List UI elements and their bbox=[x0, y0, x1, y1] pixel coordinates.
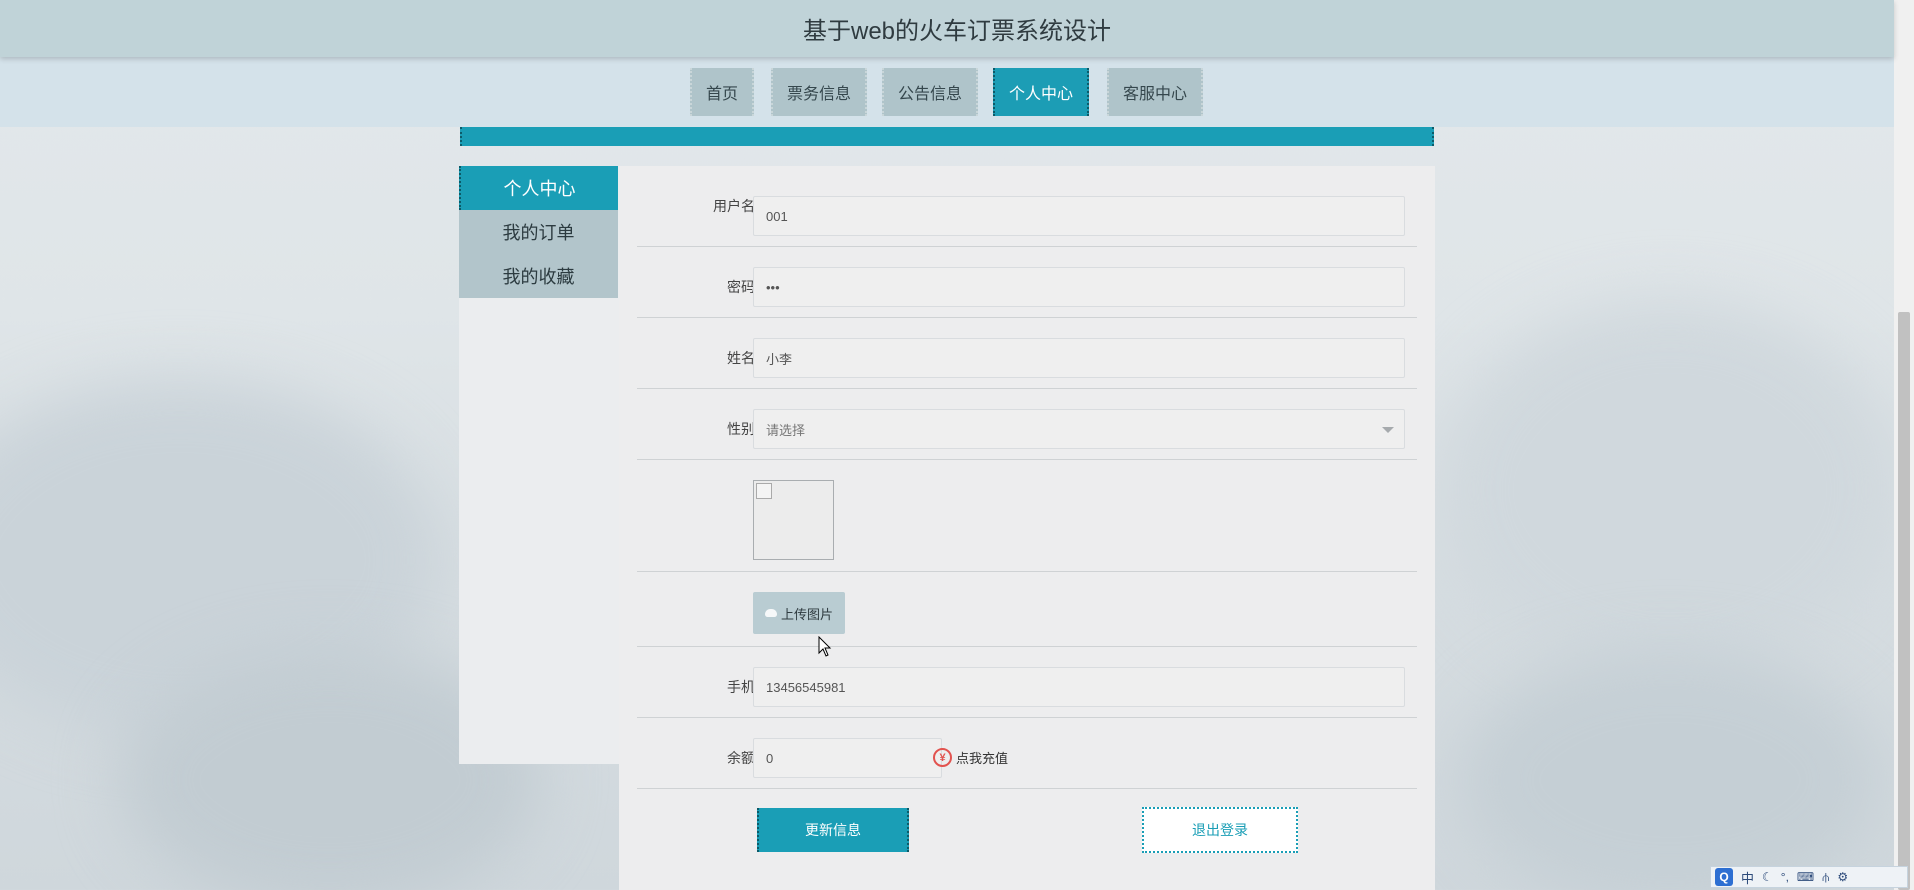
sidebar-menu: 个人中心 我的订单 我的收藏 bbox=[459, 166, 618, 298]
nav-item-personal-center[interactable]: 个人中心 bbox=[993, 68, 1089, 116]
phone-label: 手机 bbox=[727, 679, 755, 695]
gender-select-placeholder: 请选择 bbox=[766, 422, 806, 438]
keyboard-icon[interactable]: ⌨ bbox=[1797, 870, 1814, 884]
password-input[interactable]: ••• bbox=[753, 267, 1405, 307]
password-label: 密码 bbox=[727, 279, 755, 295]
form-row-image-preview bbox=[637, 460, 1417, 572]
recharge-link[interactable]: ¥ 点我充值 bbox=[933, 748, 1008, 767]
nav-item-customer-service[interactable]: 客服中心 bbox=[1107, 68, 1203, 116]
yen-icon: ¥ bbox=[933, 748, 952, 767]
logout-button[interactable]: 退出登录 bbox=[1142, 807, 1298, 853]
form-row-name: 姓名 小李 bbox=[637, 318, 1417, 389]
mouse-cursor-icon bbox=[818, 636, 832, 657]
background-cloud bbox=[1440, 300, 1900, 680]
form-row-password: 密码 ••• bbox=[637, 247, 1417, 318]
balance-input[interactable]: 0 bbox=[753, 738, 942, 778]
background-cloud bbox=[1460, 650, 1880, 890]
balance-label: 余额 bbox=[727, 750, 755, 766]
profile-form: 用户名 001 密码 ••• 姓名 小李 性别 请选择 上传图片 手机 1345… bbox=[619, 166, 1435, 890]
sidebar: 个人中心 我的订单 我的收藏 bbox=[459, 166, 619, 764]
chevron-down-icon bbox=[1382, 427, 1394, 433]
upload-image-label: 上传图片 bbox=[780, 606, 833, 622]
nav-item-announcements[interactable]: 公告信息 bbox=[882, 68, 978, 116]
sidebar-item-my-orders[interactable]: 我的订单 bbox=[459, 210, 618, 254]
page-scrollbar[interactable] bbox=[1894, 0, 1914, 890]
background-cloud bbox=[0, 380, 440, 740]
nav-item-tickets[interactable]: 票务信息 bbox=[771, 68, 867, 116]
ime-mode-toggle[interactable]: 中 bbox=[1741, 868, 1754, 887]
panel-title-strip bbox=[460, 127, 1434, 146]
upload-cloud-icon bbox=[764, 609, 777, 617]
avatar-preview bbox=[753, 480, 834, 560]
gender-label: 性别 bbox=[727, 421, 755, 437]
broken-image-icon bbox=[756, 483, 772, 499]
recharge-label: 点我充值 bbox=[956, 751, 1009, 766]
gender-select[interactable]: 请选择 bbox=[753, 409, 1405, 449]
site-title: 基于web的火车订票系统设计 bbox=[802, 18, 1112, 45]
upload-image-button[interactable]: 上传图片 bbox=[753, 592, 845, 634]
sidebar-item-personal-center[interactable]: 个人中心 bbox=[459, 166, 618, 210]
form-row-balance: 余额 0 ¥ 点我充值 bbox=[637, 718, 1417, 789]
sidebar-item-my-favorites[interactable]: 我的收藏 bbox=[459, 254, 618, 298]
name-label: 姓名 bbox=[727, 350, 755, 366]
toolbox-icon[interactable]: ⫛ bbox=[1822, 870, 1829, 885]
phone-input[interactable]: 13456545981 bbox=[753, 667, 1405, 707]
username-input[interactable]: 001 bbox=[753, 196, 1405, 236]
form-row-gender: 性别 请选择 bbox=[637, 389, 1417, 460]
form-row-phone: 手机 13456545981 bbox=[637, 647, 1417, 718]
nav-item-home[interactable]: 首页 bbox=[690, 68, 754, 116]
update-info-button[interactable]: 更新信息 bbox=[757, 808, 909, 852]
form-row-username: 用户名 001 bbox=[637, 166, 1417, 247]
form-row-upload: 上传图片 bbox=[637, 572, 1417, 647]
punctuation-toggle[interactable]: °, bbox=[1781, 870, 1789, 884]
username-label: 用户名 bbox=[713, 198, 755, 214]
wrench-icon[interactable]: ⚙ bbox=[1837, 870, 1848, 884]
name-input[interactable]: 小李 bbox=[753, 338, 1405, 378]
page-header: 基于web的火车订票系统设计 bbox=[0, 0, 1894, 57]
ime-toolbar: Q 中 ☾ °, ⌨ ⫛ ⚙ bbox=[1710, 866, 1908, 888]
scrollbar-thumb[interactable] bbox=[1898, 312, 1910, 890]
moon-icon[interactable]: ☾ bbox=[1762, 870, 1773, 884]
ime-logo-icon[interactable]: Q bbox=[1715, 868, 1733, 886]
top-nav: 首页 票务信息 公告信息 个人中心 客服中心 bbox=[0, 57, 1894, 127]
